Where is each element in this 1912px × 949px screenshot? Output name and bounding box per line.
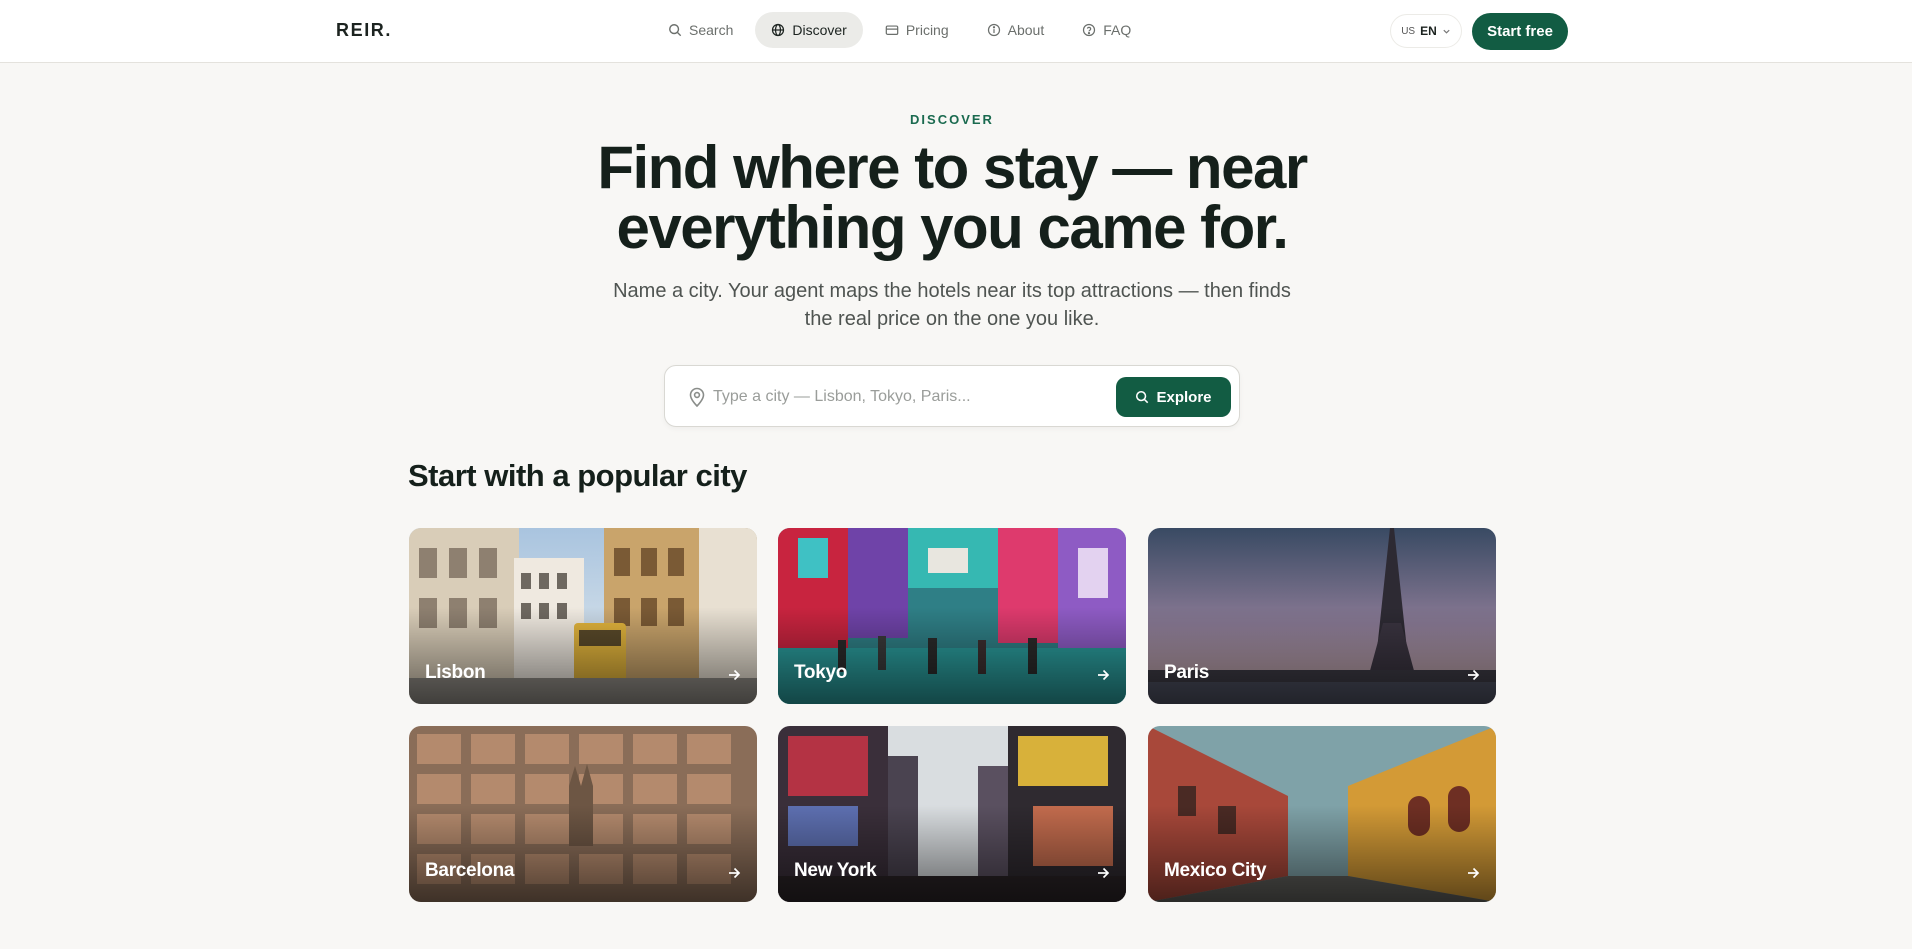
nav-item-discover[interactable]: Discover [755, 12, 863, 48]
nav-item-label: FAQ [1103, 22, 1132, 38]
flag-label: US [1401, 25, 1416, 37]
city-card-label: Tokyo [794, 662, 848, 683]
info-icon [987, 23, 1000, 37]
city-card-label: Mexico City [1164, 860, 1267, 881]
search-icon [1136, 390, 1149, 404]
city-card-new-york[interactable]: New York [778, 726, 1126, 902]
city-card-paris[interactable]: Paris [1148, 528, 1496, 704]
city-card-lisbon[interactable]: Lisbon [409, 528, 757, 704]
arrow-right-icon [1468, 867, 1480, 879]
city-card-label: Lisbon [425, 662, 486, 683]
card-icon [885, 25, 899, 35]
arrow-right-icon [1098, 669, 1110, 681]
explore-button-label: Explore [1156, 388, 1212, 406]
map-pin-icon [689, 387, 705, 408]
nav-item-faq[interactable]: FAQ [1066, 12, 1147, 48]
logo[interactable]: REIR. [336, 20, 392, 41]
arrow-right-icon [729, 867, 741, 879]
start-free-button[interactable]: Start free [1472, 13, 1568, 50]
city-card-label: Barcelona [425, 860, 515, 881]
nav-item-about[interactable]: About [971, 12, 1061, 48]
city-search-bar: Explore [664, 365, 1240, 427]
help-icon [1083, 23, 1096, 37]
nav-item-pricing[interactable]: Pricing [869, 12, 965, 48]
city-card-label: Paris [1164, 662, 1209, 683]
arrow-right-icon [1098, 867, 1110, 879]
globe-icon [772, 23, 785, 37]
main-nav: Search Discover Pricing About FAQ [652, 12, 1147, 48]
nav-item-label: Search [689, 22, 734, 38]
nav-item-label: About [1007, 22, 1045, 38]
page-subtitle: Name a city. Your agent maps the hotels … [613, 280, 1291, 330]
search-icon [669, 24, 682, 37]
section-eyebrow: DISCOVER [910, 112, 994, 127]
page-title: Find where to stay — near everything you… [597, 134, 1308, 261]
nav-item-label: Discover [792, 22, 847, 38]
language-code: EN [1420, 24, 1437, 38]
city-card-mexico-city[interactable]: Mexico City [1148, 726, 1496, 902]
chevron-down-icon [1443, 29, 1450, 34]
city-card-barcelona[interactable]: Barcelona [409, 726, 757, 902]
popular-cities-heading: Start with a popular city [408, 458, 747, 493]
nav-item-search[interactable]: Search [652, 12, 749, 48]
city-card-tokyo[interactable]: Tokyo [778, 528, 1126, 704]
site-header: REIR. Search Discover Pricing About FAQ … [0, 0, 1912, 63]
city-card-label: New York [794, 860, 877, 881]
arrow-right-icon [1468, 669, 1480, 681]
arrow-right-icon [729, 669, 741, 681]
explore-button[interactable]: Explore [1116, 377, 1231, 417]
language-selector[interactable]: US EN [1390, 14, 1462, 48]
city-search-input[interactable] [713, 380, 1103, 414]
nav-item-label: Pricing [905, 22, 949, 38]
